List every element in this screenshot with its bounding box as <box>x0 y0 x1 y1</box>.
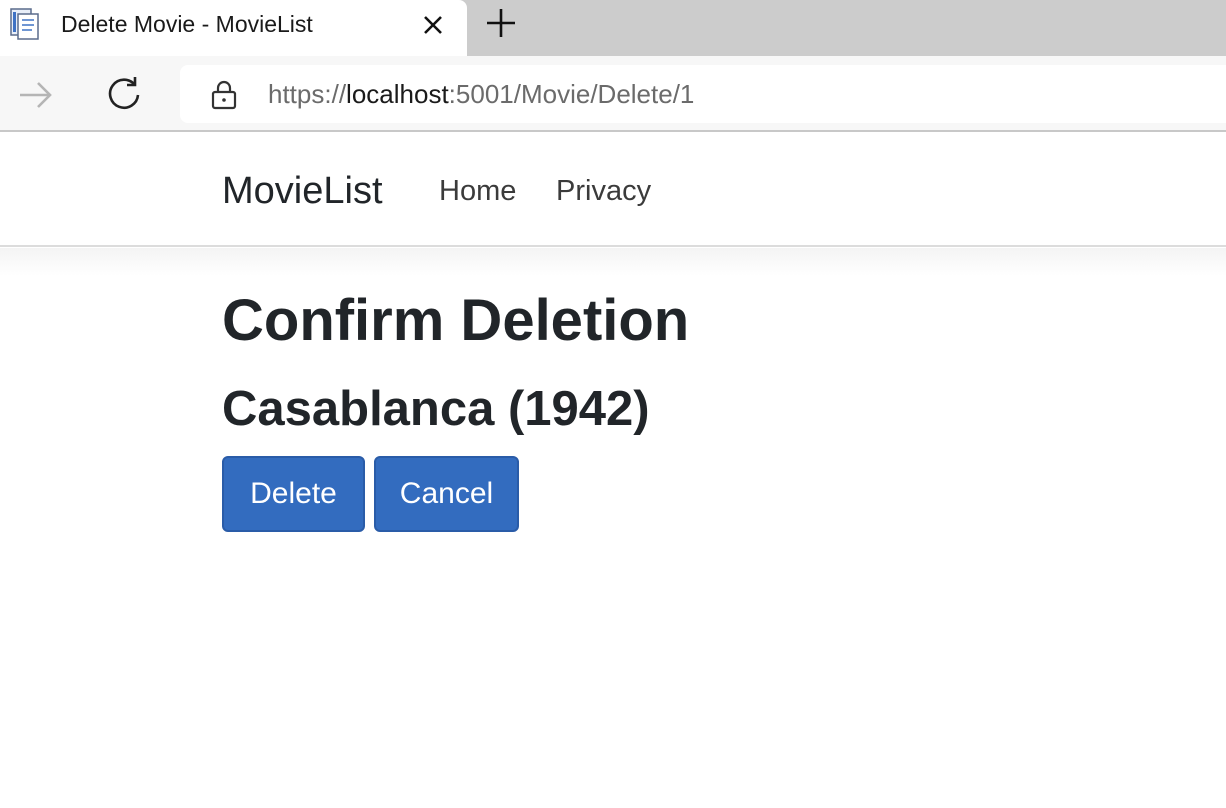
url-host: localhost <box>346 79 449 109</box>
delete-button[interactable]: Delete <box>222 456 365 532</box>
close-icon[interactable] <box>418 10 448 40</box>
movie-title: Casablanca (1942) <box>222 382 650 436</box>
arrow-right-icon[interactable] <box>15 75 55 115</box>
page-title: Confirm Deletion <box>222 288 690 353</box>
active-tab[interactable]: Delete Movie - MovieList <box>0 0 467 56</box>
tab-strip: Delete Movie - MovieList <box>0 0 1226 56</box>
navbar-shadow <box>0 248 1226 276</box>
site-navbar: MovieList Home Privacy <box>0 134 1226 247</box>
lock-icon[interactable] <box>208 79 240 111</box>
nav-link-home[interactable]: Home <box>439 173 516 209</box>
url-path: :5001/Movie/Delete/1 <box>448 79 695 109</box>
url-text[interactable]: https://localhost:5001/Movie/Delete/1 <box>268 78 694 110</box>
tab-title: Delete Movie - MovieList <box>61 11 313 37</box>
url-scheme: https:// <box>268 79 347 109</box>
address-bar[interactable]: https://localhost:5001/Movie/Delete/1 <box>180 65 1226 123</box>
browser-toolbar: https://localhost:5001/Movie/Delete/1 <box>0 56 1226 132</box>
document-icon <box>10 8 39 40</box>
navbar-brand[interactable]: MovieList <box>222 169 383 213</box>
cancel-button[interactable]: Cancel <box>374 456 519 532</box>
refresh-icon[interactable] <box>104 74 144 114</box>
nav-link-privacy[interactable]: Privacy <box>556 173 651 209</box>
plus-icon[interactable] <box>484 6 518 40</box>
